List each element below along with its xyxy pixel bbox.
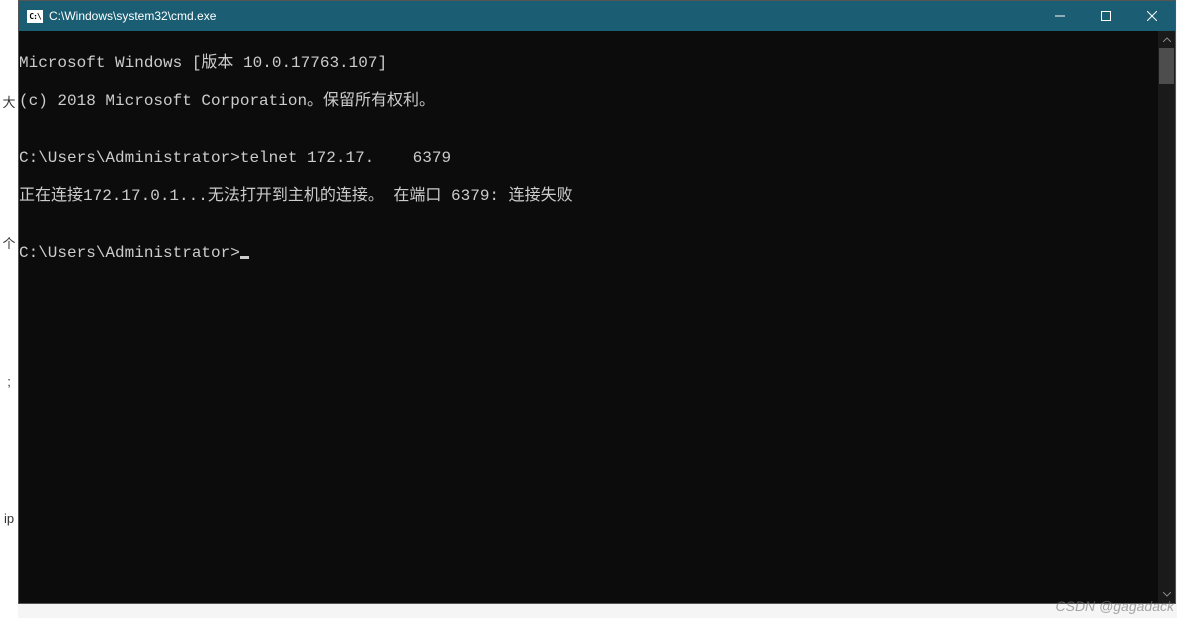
page-left-cutoff: 大 个 ; ip (0, 0, 18, 618)
command-text: telnet 172.17. 6379 (240, 149, 451, 167)
output-line: 正在连接172.17.0.1...无法打开到主机的连接。 在端口 6379: 连… (19, 187, 1158, 206)
maximize-icon (1101, 11, 1111, 21)
console-output[interactable]: Microsoft Windows [版本 10.0.17763.107] (c… (19, 31, 1158, 603)
page-right-cutoff (1177, 0, 1184, 618)
scrollbar-thumb[interactable] (1159, 48, 1174, 84)
chevron-up-icon (1163, 37, 1171, 42)
scroll-up-button[interactable] (1158, 31, 1175, 48)
watermark-text: CSDN @gagadack (1056, 598, 1175, 614)
output-line: Microsoft Windows [版本 10.0.17763.107] (19, 54, 1158, 73)
vertical-scrollbar[interactable] (1158, 31, 1175, 603)
cmd-window: C:\ C:\Windows\system32\cmd.exe Microsof… (18, 0, 1176, 604)
maximize-button[interactable] (1083, 1, 1129, 31)
window-title: C:\Windows\system32\cmd.exe (49, 9, 216, 23)
close-icon (1147, 11, 1157, 21)
prompt: C:\Users\Administrator> (19, 244, 240, 262)
output-line: (c) 2018 Microsoft Corporation。保留所有权利。 (19, 92, 1158, 111)
chevron-down-icon (1163, 592, 1171, 597)
minimize-icon (1055, 11, 1065, 21)
console-body: Microsoft Windows [版本 10.0.17763.107] (c… (19, 31, 1175, 603)
output-line: C:\Users\Administrator> (19, 244, 1158, 263)
titlebar[interactable]: C:\ C:\Windows\system32\cmd.exe (19, 1, 1175, 31)
output-line: C:\Users\Administrator>telnet 172.17. 63… (19, 149, 1158, 168)
prompt: C:\Users\Administrator> (19, 149, 240, 167)
close-button[interactable] (1129, 1, 1175, 31)
minimize-button[interactable] (1037, 1, 1083, 31)
cmd-icon: C:\ (27, 10, 43, 23)
text-cursor (240, 256, 249, 259)
